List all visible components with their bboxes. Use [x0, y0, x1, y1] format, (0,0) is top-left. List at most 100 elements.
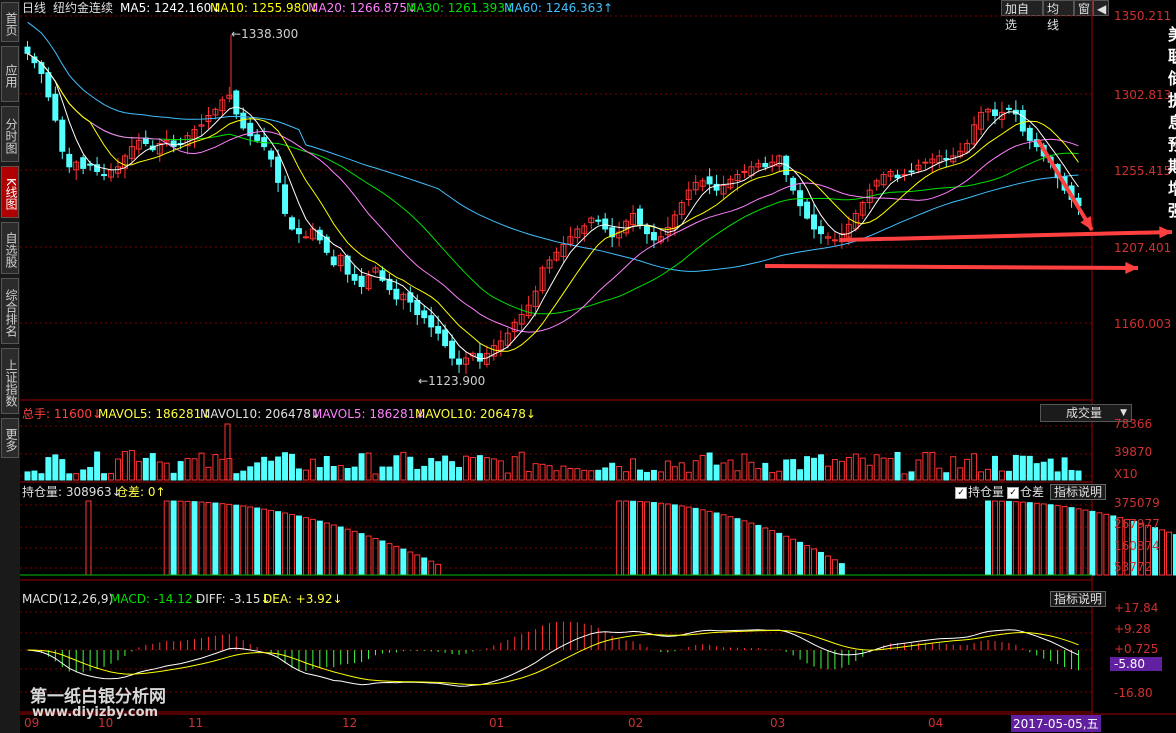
volume-bar: [184, 457, 191, 481]
volume-bar: [859, 457, 866, 481]
volume-bar: [295, 468, 302, 481]
oi-bar: [678, 505, 685, 576]
x-tick-12: 12: [342, 716, 358, 730]
sidebar-tab-6[interactable]: 上证指数: [1, 348, 19, 414]
macd-help-button[interactable]: 指标说明: [1050, 591, 1107, 607]
volume-bar: [964, 458, 971, 481]
oi-bar: [309, 518, 316, 576]
volume-bar: [344, 468, 351, 481]
volume-bar: [379, 466, 386, 481]
candle-body: [351, 274, 358, 281]
headline-char-1: 联: [1168, 46, 1176, 68]
oi-bar: [170, 500, 177, 576]
oi-bar: [1033, 502, 1040, 576]
diff-line: [27, 629, 1079, 687]
volume-bar: [748, 461, 755, 481]
volume-bar: [546, 465, 553, 481]
indicator-selector-label: 成交量: [1066, 406, 1103, 420]
oi-bar: [1012, 501, 1019, 576]
oi-tick-0: 375079: [1114, 496, 1160, 510]
volume-bar: [449, 461, 456, 481]
candle-body: [302, 236, 309, 239]
oi-tick-2: 160874: [1114, 539, 1160, 553]
candle-body: [476, 353, 483, 362]
sidebar-tab-1[interactable]: 应用: [1, 46, 19, 102]
price-chart[interactable]: [20, 0, 1176, 733]
oi-readout: 持仓量: 308963↓: [22, 485, 122, 499]
price-tick-2: 1255.415: [1114, 164, 1172, 178]
oi-help-button[interactable]: 指标说明: [1050, 484, 1107, 500]
volume-bar: [428, 458, 435, 481]
dea-line: [27, 630, 1079, 686]
volume-bar: [1026, 455, 1033, 481]
volume-bar: [45, 457, 52, 481]
volume-bar: [407, 456, 414, 481]
volume-bar: [880, 457, 887, 481]
oi-bar: [1040, 503, 1047, 576]
oi-bar: [212, 502, 219, 576]
oi-bar: [302, 517, 309, 576]
candle-body: [442, 329, 449, 347]
volume-bar: [170, 472, 177, 481]
high-annotation: ←1338.300: [231, 27, 299, 41]
oi-bar: [1075, 508, 1082, 576]
sidebar-tab-0[interactable]: 首页: [1, 2, 19, 42]
candle-body: [804, 201, 811, 219]
volume-bar: [511, 456, 518, 481]
price-tick-0: 1350.211: [1114, 9, 1172, 23]
volume-bar: [637, 469, 643, 481]
volume-bar: [908, 471, 915, 481]
candle-body: [233, 90, 240, 115]
oi-bar: [400, 548, 407, 576]
candle-body: [80, 157, 87, 169]
sidebar-tab-2[interactable]: 分时图: [1, 106, 19, 162]
oi-bar: [240, 505, 247, 576]
check-diff[interactable]: ✓ 仓差: [1007, 484, 1044, 500]
volume-bar: [323, 455, 330, 481]
volume-bar: [31, 470, 38, 481]
candle-body: [45, 72, 52, 98]
volume-bar: [894, 451, 901, 481]
x-tick-11: 11: [188, 716, 204, 730]
cursor-date-badge: 2017-05-05,五: [1011, 715, 1101, 732]
volume-bar: [532, 463, 539, 481]
oi-bar: [219, 503, 226, 576]
macd-tick-0: +17.84: [1114, 601, 1159, 615]
volume-bar: [643, 471, 650, 481]
volume-bar: [240, 470, 247, 481]
check-oi[interactable]: ✓ 持仓量: [955, 484, 1004, 500]
volume-bar: [650, 469, 657, 481]
volume-bar: [574, 468, 581, 481]
candle-body: [358, 275, 365, 288]
volume-bar: [52, 454, 59, 481]
candle-body: [1005, 107, 1012, 110]
volume-bar: [790, 459, 797, 481]
volume-bar: [80, 469, 87, 481]
candle-body: [831, 239, 838, 242]
volume-bar: [254, 462, 261, 481]
oi-bar: [358, 533, 365, 576]
mavol5-b: MAVOL5: 186281↓: [312, 407, 426, 421]
volume-bar: [985, 468, 992, 481]
volume-bar: [275, 456, 282, 481]
volume-bar: [797, 469, 804, 481]
oi-bar: [790, 538, 797, 576]
oi-bar: [818, 551, 824, 576]
sidebar-tab-4[interactable]: 自选股: [1, 222, 19, 274]
oi-bar: [1019, 501, 1026, 576]
volume-bar: [316, 466, 323, 481]
sidebar-tab-5[interactable]: 综合排名: [1, 278, 19, 344]
sidebar-tab-3[interactable]: K线图: [1, 166, 19, 218]
volume-bar: [901, 473, 908, 481]
oi-bar: [1082, 509, 1089, 576]
volume-bar: [73, 473, 80, 481]
volume-bar: [268, 460, 275, 481]
sidebar-tab-7[interactable]: 更多: [1, 418, 19, 458]
x-tick-03: 03: [770, 716, 786, 730]
oi-bar: [824, 555, 831, 576]
checkbox-checked-icon: ✓: [955, 486, 967, 499]
candle-body: [811, 214, 818, 230]
x-tick-01: 01: [489, 716, 505, 730]
volume-bar: [992, 455, 998, 481]
oi-bar: [365, 535, 372, 576]
